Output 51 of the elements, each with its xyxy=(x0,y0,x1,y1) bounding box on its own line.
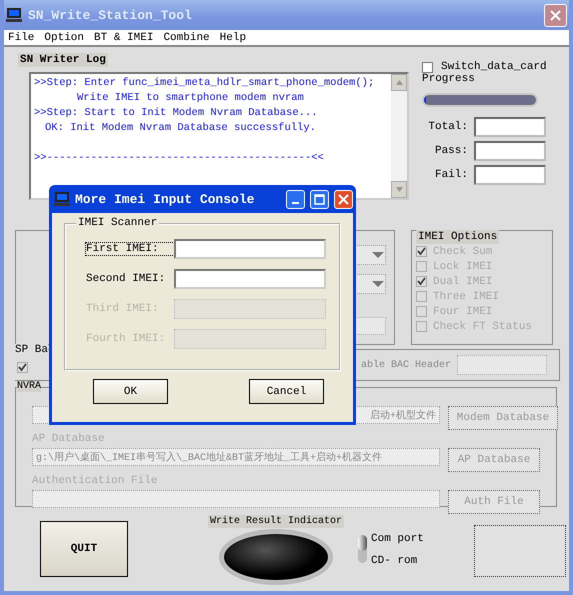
toggle-switch[interactable] xyxy=(358,535,368,563)
close-button[interactable] xyxy=(334,190,353,208)
toggle-label: Com port xyxy=(371,533,424,545)
close-icon xyxy=(550,10,561,20)
maximize-button[interactable] xyxy=(310,190,329,208)
cancel-button[interactable]: Cancel xyxy=(249,379,324,404)
up-arrow-icon xyxy=(396,80,402,85)
checkbox-label: Switch_data_card xyxy=(441,61,547,73)
computer-icon xyxy=(54,192,70,206)
counter-field xyxy=(474,117,546,137)
computer-icon xyxy=(6,8,22,22)
down-arrow-icon xyxy=(396,187,402,192)
maximize-icon xyxy=(314,194,325,204)
window-title: SN_Write_Station_Tool xyxy=(28,8,192,22)
dialog-title: More Imei Input Console xyxy=(75,192,254,206)
menu-item[interactable]: Combine xyxy=(163,32,210,44)
quit-button[interactable]: QUIT xyxy=(40,521,128,577)
log-title: SN Writer Log xyxy=(18,53,108,67)
field-label: First IMEI: xyxy=(86,243,174,255)
close-icon xyxy=(338,194,349,204)
counter-label: Total: xyxy=(428,121,468,133)
log-line: OK: Init Modem Nvram Database successfully. xyxy=(44,121,317,136)
counter-field xyxy=(474,141,546,161)
menu-item[interactable]: Help xyxy=(220,32,246,44)
group-title: IMEI Options xyxy=(416,230,500,244)
ok-button[interactable]: OK xyxy=(93,379,168,404)
path-field[interactable] xyxy=(32,490,440,508)
field-label: able BAC Header xyxy=(361,360,452,370)
counter-field xyxy=(474,165,546,185)
minimize-button[interactable] xyxy=(286,190,305,208)
menu-item[interactable]: BT & IMEI xyxy=(94,32,154,44)
caret-icon xyxy=(371,251,385,259)
menu-item[interactable]: Option xyxy=(44,32,84,44)
caret-icon xyxy=(371,280,385,288)
counter-label: Fail: xyxy=(434,169,468,181)
toggle-label: CD- rom xyxy=(371,555,418,567)
log-line: >>------------------------------------------<< xyxy=(34,151,325,166)
indicator-label: Write Result Indicator xyxy=(208,515,344,528)
imei-field[interactable] xyxy=(174,239,326,259)
counter-label: Pass: xyxy=(434,145,468,157)
minimize-icon xyxy=(292,202,299,204)
menu-item[interactable]: File xyxy=(8,32,34,44)
log-line: Write IMEI to smartphone modem nvram xyxy=(76,91,305,106)
imei-field[interactable] xyxy=(174,269,326,289)
progress-label: Progress xyxy=(422,73,476,85)
field-label: Second IMEI: xyxy=(86,273,166,285)
focused-button[interactable] xyxy=(474,525,566,577)
checkbox[interactable] xyxy=(422,62,433,72)
log-line: >>Step: Start to Init Modem Nvram Database... xyxy=(34,106,319,121)
section-label: NVRA xyxy=(17,381,42,392)
log-line: >>Step: Enter func_imei_meta_hdlr_smart_phone_modem(); xyxy=(34,76,376,91)
